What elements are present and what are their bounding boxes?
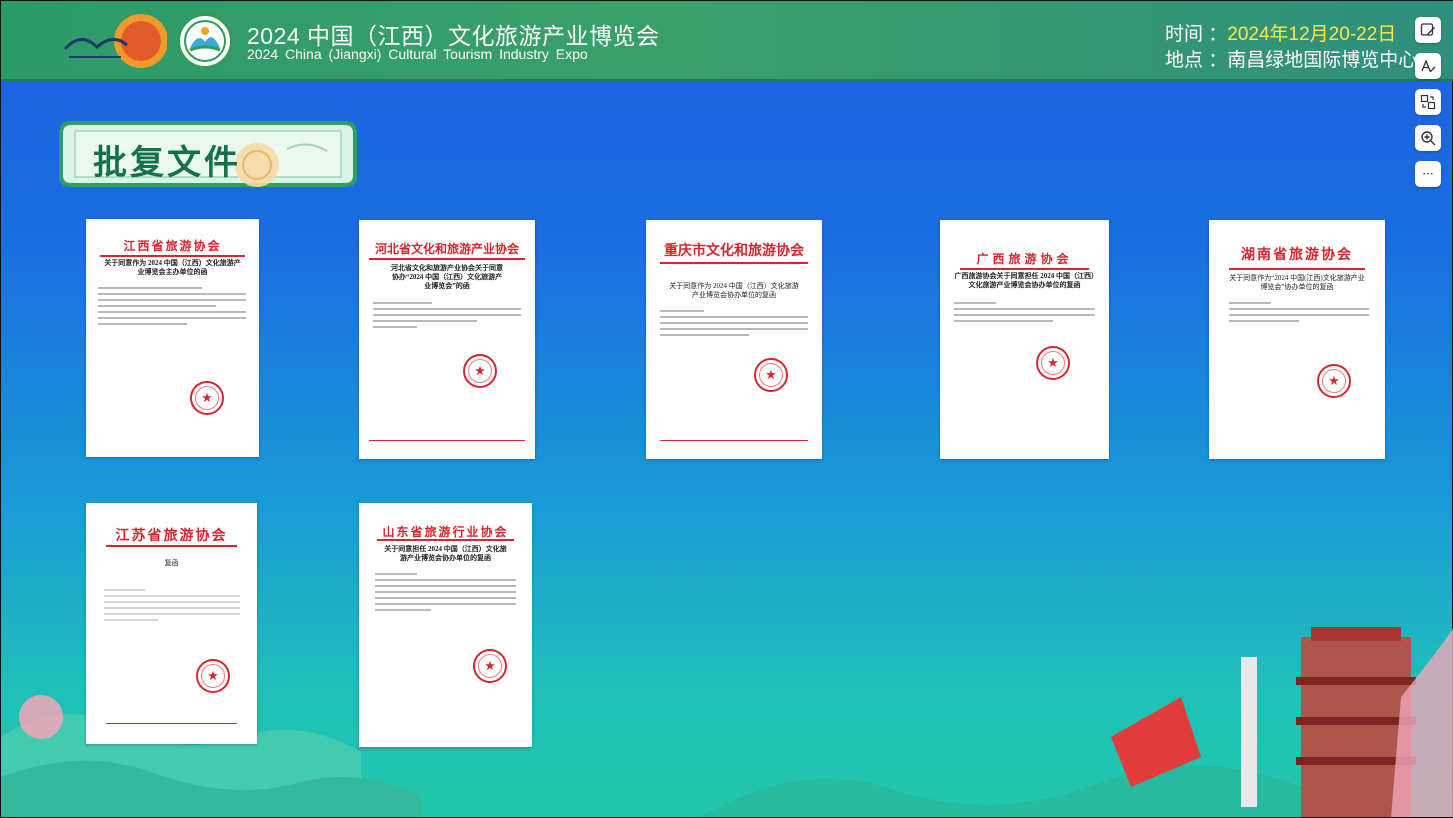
doc-subject: 关于同意作为 2024 中国（江西）文化旅游产业博览会协办单位的复函 — [669, 282, 799, 299]
more-icon: ··· — [1422, 167, 1434, 181]
official-seal: ★ — [1036, 346, 1070, 380]
official-seal: ★ — [754, 358, 788, 392]
jiangxi-landscape-logo — [61, 11, 168, 71]
doc-org-name: 广西旅游协会 — [976, 252, 1073, 266]
top-header: 2024 中国（江西）文化旅游产业博览会 2024 China (Jiangxi… — [1, 1, 1453, 81]
doc-footer-line — [369, 440, 525, 441]
doc-subject: 河北省文化和旅游产业协会关于同意协办“2024 中国（江西）文化旅游产业博览会”… — [391, 264, 503, 290]
text-edit-button[interactable] — [1415, 53, 1441, 79]
doc-body-text — [104, 589, 240, 625]
doc-red-line — [960, 268, 1089, 270]
more-button[interactable]: ··· — [1415, 161, 1441, 187]
doc-org-name: 湖南省旅游协会 — [1241, 248, 1353, 263]
doc-body-text — [375, 573, 516, 615]
doc-red-line — [106, 545, 237, 547]
doc-subject: 关于同意作为“2024 中国(江西)文化旅游产业博览会”协办单位的复函 — [1229, 274, 1365, 291]
expo-place: 地点 ：南昌绿地国际博览中心 — [1165, 45, 1417, 72]
doc-red-line — [100, 255, 245, 257]
approval-document-hunan[interactable]: 湖南省旅游协会 关于同意作为“2024 中国(江西)文化旅游产业博览会”协办单位… — [1209, 220, 1385, 459]
doc-red-line — [369, 258, 525, 260]
doc-subject: 关于同意作为 2024 中国（江西）文化旅游产业博览会主办单位的函 — [104, 259, 241, 276]
approval-document-chongqing[interactable]: 重庆市文化和旅游协会 关于同意作为 2024 中国（江西）文化旅游产业博览会协办… — [646, 220, 822, 459]
doc-org-name: 重庆市文化和旅游协会 — [664, 244, 804, 259]
doc-body-text — [373, 302, 521, 332]
approval-document-hebei[interactable]: 河北省文化和旅游产业协会 河北省文化和旅游产业协会关于同意协办“2024 中国（… — [359, 220, 535, 459]
place-label: 地点 ： — [1165, 50, 1228, 71]
expo-emblem-logo — [177, 13, 233, 69]
doc-subject: 复函 — [164, 559, 179, 567]
image-edit-icon — [1420, 23, 1435, 36]
doc-footer-line — [106, 723, 237, 724]
expo-title-en: 2024 China (Jiangxi) Cultural Tourism In… — [247, 46, 588, 62]
expo-time: 时间 ：2024年12月20-22日 — [1165, 19, 1396, 46]
right-toolbar: ··· — [1415, 17, 1441, 197]
doc-body-text — [1229, 302, 1369, 326]
zoom-in-icon — [1421, 131, 1436, 146]
official-seal: ★ — [196, 659, 230, 693]
approval-document-jiangsu[interactable]: 江苏省旅游协会 复函 ★ — [86, 503, 257, 744]
approval-document-jiangxi[interactable]: 江西省旅游协会 关于同意作为 2024 中国（江西）文化旅游产业博览会主办单位的… — [86, 219, 259, 457]
approval-document-shandong[interactable]: 山东省旅游行业协会 关于同意担任 2024 中国（江西）文化旅游产业博览会协办单… — [359, 503, 532, 747]
official-seal: ★ — [190, 381, 224, 415]
time-value: 2024年12月20-22日 — [1227, 24, 1397, 45]
doc-red-line — [377, 539, 514, 541]
doc-body-text — [660, 310, 808, 340]
approval-document-guangxi[interactable]: 广西旅游协会 广西旅游协会关于同意担任 2024 中国（江西）文化旅游产业博览会… — [940, 220, 1109, 459]
doc-org-name: 江苏省旅游协会 — [115, 529, 228, 544]
zoom-in-button[interactable] — [1415, 125, 1441, 151]
doc-org-name: 山东省旅游行业协会 — [382, 525, 509, 539]
image-edit-button[interactable] — [1415, 17, 1441, 43]
doc-body-text — [954, 302, 1095, 326]
doc-subject: 广西旅游协会关于同意担任 2024 中国（江西）文化旅游产业博览会协办单位的复函 — [954, 272, 1095, 289]
translate-button[interactable] — [1415, 89, 1441, 115]
doc-footer-line — [660, 440, 808, 441]
official-seal: ★ — [463, 354, 497, 388]
section-title: 批复文件 — [93, 144, 241, 182]
doc-body-text — [98, 287, 246, 329]
official-seal: ★ — [473, 649, 507, 683]
translate-icon — [1420, 94, 1436, 110]
doc-org-name: 河北省文化和旅游产业协会 — [374, 242, 519, 256]
time-label: 时间 ： — [1165, 24, 1228, 45]
place-value: 南昌绿地国际博览中心 — [1227, 50, 1418, 71]
text-edit-icon — [1421, 59, 1436, 73]
doc-red-line — [660, 262, 808, 264]
official-seal: ★ — [1317, 364, 1351, 398]
doc-red-line — [1229, 268, 1365, 270]
doc-org-name: 江西省旅游协会 — [123, 239, 222, 253]
doc-subject: 关于同意担任 2024 中国（江西）文化旅游产业博览会协办单位的复函 — [384, 545, 507, 562]
